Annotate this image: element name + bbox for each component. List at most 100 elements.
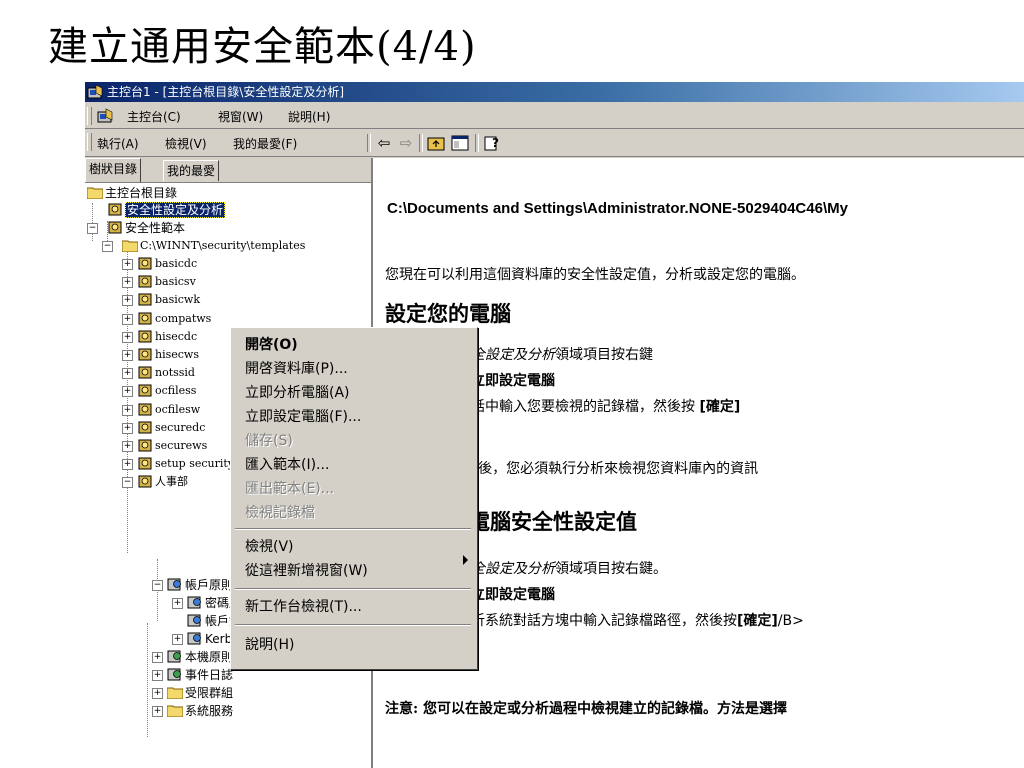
security-config-icon [108,203,122,216]
collapse-icon[interactable]: − [102,241,113,252]
step-text: 請在分析系統對話方塊中輸入記錄檔路徑，然後按[確定]/B> [429,613,804,629]
tree-connector [147,623,148,737]
tree-template-label: securews [155,439,208,452]
expand-icon[interactable]: + [122,313,133,325]
forward-arrow-icon[interactable]: ⇨ [397,134,415,152]
tree-template-label: hisecws [155,348,199,361]
mmc-app-icon [87,84,103,99]
intro-text: 您現在可以利用這個資料庫的安全性設定值，分析或設定您的電腦。 [385,267,805,283]
context-menu-item[interactable]: 新工作台檢視(T)... [245,596,362,616]
menu-window[interactable]: 視窗(W) [218,108,263,125]
tab-tree[interactable]: 樹狀目錄 [85,158,142,182]
tree-template-label: 人事部 [155,475,188,489]
collapse-icon[interactable]: − [122,477,133,489]
menu-action[interactable]: 執行(A) [97,135,139,152]
folder-icon [122,240,138,252]
template-icon [138,475,152,488]
tree-template-label: setup security [155,457,235,471]
tab-favorites[interactable]: 我的最愛 [163,160,220,181]
template-icon [138,421,152,434]
up-folder-icon[interactable] [427,134,445,152]
expand-icon[interactable]: + [152,670,163,681]
tree-tabs: 樹狀目錄 我的最愛 [85,158,371,182]
context-menu-item: 匯出範本(E)... [245,481,335,497]
expand-icon[interactable]: + [122,422,133,434]
menu-help[interactable]: 說明(H) [288,108,330,125]
database-path: C:\Documents and Settings\Administrator.… [387,200,848,217]
policy-icon [167,650,181,663]
tree-security-config-label: 安全性設定及分析 [125,202,226,218]
heading-configure: 設定您的電腦 [385,301,511,326]
expand-icon[interactable]: + [122,441,133,452]
context-menu-item: 儲存(S) [245,433,293,449]
tree-template-label: basicsv [155,275,196,289]
expand-icon[interactable]: + [122,404,133,416]
template-icon [138,275,152,288]
tree-template-label: securedc [155,420,206,434]
context-menu-item[interactable]: 開啓資料庫(P)... [245,358,348,378]
folder-icon [167,687,183,699]
expand-icon[interactable]: + [122,350,133,361]
menu-favorites[interactable]: 我的最愛(F) [233,135,297,152]
expand-icon[interactable]: + [122,386,133,398]
menubar-grip[interactable] [87,107,92,125]
expand-icon[interactable]: + [152,652,163,663]
menu-separator [235,588,471,590]
back-arrow-icon[interactable]: ⇦ [375,134,393,152]
mmc-window: 主控台1 - [主控台根目錄\安全性設定及分析] 主控台(C) 視窗(W) 說明… [85,82,1024,768]
menu-console[interactable]: 主控台(C) [127,108,181,125]
context-menu-item[interactable]: 開啓(O) [245,334,298,354]
collapse-icon[interactable]: − [152,580,163,591]
folder-icon [87,187,103,199]
tree-connector [92,203,93,241]
context-menu-item[interactable]: 檢視(V) [245,536,294,556]
expand-icon[interactable]: + [122,331,133,343]
title-bar[interactable]: 主控台1 - [主控台根目錄\安全性設定及分析] [85,82,1024,102]
context-menu-item[interactable]: 從這裡新增視窗(W) [245,560,368,580]
tree-template-label: basicwk [155,293,201,307]
show-hide-tree-icon[interactable] [451,134,469,152]
console-icon [97,108,113,123]
expand-icon[interactable]: + [172,598,183,609]
toolbar-separator [419,134,423,152]
expand-icon[interactable]: + [122,459,133,471]
expand-icon[interactable]: + [152,706,163,717]
menu-separator [235,624,471,626]
help-icon[interactable]: ? [483,134,501,152]
event-log-icon [167,668,181,681]
context-menu-item[interactable]: 立即分析電腦(A) [245,382,350,402]
collapse-icon[interactable]: − [87,223,98,234]
menu-view[interactable]: 檢視(V) [165,135,207,152]
action-toolbar: 執行(A) 檢視(V) 我的最愛(F) ⇦ ⇨ ? [85,130,1024,157]
context-menu-item[interactable]: 說明(H) [245,634,294,654]
policy-icon [167,578,181,591]
context-menu-item[interactable]: 立即設定電腦(F)... [245,406,361,426]
template-icon [138,457,152,470]
submenu-arrow-icon [463,555,468,565]
context-menu: 開啓(O) 開啓資料庫(P)... 立即分析電腦(A) 立即設定電腦(F)... 儲存(… [230,327,478,670]
expand-icon[interactable]: + [172,634,183,645]
context-menu-item[interactable]: 匯入範本(I)... [245,454,329,474]
tree-template-label: notssid [155,366,195,380]
policy-icon [187,596,201,609]
template-icon [138,366,152,379]
expand-icon[interactable]: + [152,688,163,699]
tree-template-label: ocfiless [155,384,197,398]
template-icon [138,293,152,306]
svg-text:?: ? [492,136,499,150]
note-analyze: 注意: 您可以在設定或分析過程中檢視建立的記錄檔。方法是選擇 [385,701,788,717]
tree-template-label: ocfilesw [155,402,201,416]
folder-icon [167,705,183,717]
template-icon [138,403,152,416]
template-icon [138,330,152,343]
templates-icon [108,221,122,234]
expand-icon[interactable]: + [122,277,133,289]
menu-bar: 主控台(C) 視窗(W) 說明(H) [85,104,1024,129]
template-icon [138,348,152,361]
expand-icon[interactable]: + [122,259,133,270]
actionbar-grip[interactable] [87,133,92,151]
expand-icon[interactable]: + [122,368,133,380]
slide-title: 建立通用安全範本(4/4) [48,24,477,70]
tree-template-label: compatws [155,311,212,325]
expand-icon[interactable]: + [122,295,133,307]
